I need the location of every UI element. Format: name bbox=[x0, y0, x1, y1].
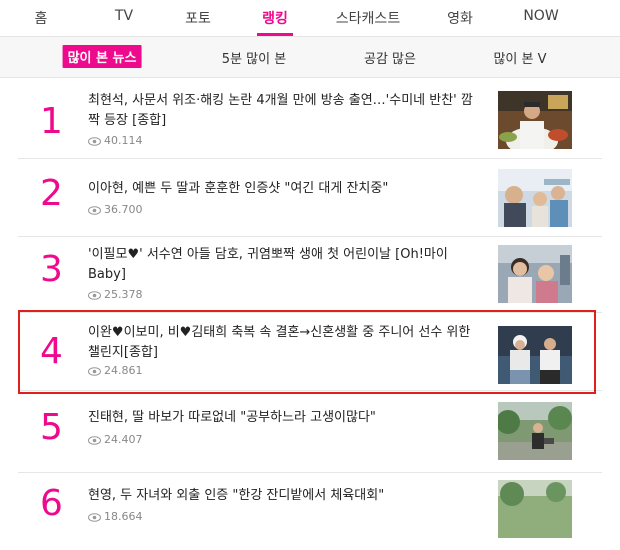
article-title[interactable]: '이필모♥' 서수연 아들 담호, 귀염뽀짝 생애 첫 어린이날 [Oh!마이 … bbox=[88, 245, 483, 285]
eye-icon bbox=[88, 436, 101, 445]
eye-icon bbox=[88, 206, 101, 215]
subtab-most-liked[interactable]: 공감 많은 bbox=[364, 48, 416, 67]
tab-now[interactable]: NOW bbox=[523, 8, 558, 24]
view-count: 18.664 bbox=[88, 510, 143, 523]
article-thumbnail[interactable] bbox=[498, 245, 572, 303]
ranking-item-6[interactable]: 6 현영, 두 자녀와 외출 인증 "한강 잔디밭에서 체육대회" 18.664 bbox=[18, 474, 602, 550]
tab-tv[interactable]: TV bbox=[115, 8, 133, 24]
highlight-box bbox=[18, 310, 596, 394]
ranking-item-2[interactable]: 2 이아현, 예쁜 두 딸과 훈훈한 인증샷 "여긴 대게 잔치중" 36.70… bbox=[18, 160, 602, 237]
article-thumbnail[interactable] bbox=[498, 91, 572, 149]
view-count: 36.700 bbox=[88, 203, 143, 216]
ranking-item-3[interactable]: 3 '이필모♥' 서수연 아들 담호, 귀염뽀짝 생애 첫 어린이날 [Oh!마… bbox=[18, 236, 602, 313]
article-thumbnail[interactable] bbox=[498, 402, 572, 460]
subtab-5min-most-viewed[interactable]: 5분 많이 본 bbox=[222, 48, 286, 67]
article-title[interactable]: 진태현, 딸 바보가 따로없네 "공부하느라 고생이많다" bbox=[88, 408, 483, 428]
article-title[interactable]: 이아현, 예쁜 두 딸과 훈훈한 인증샷 "여긴 대게 잔치중" bbox=[88, 179, 483, 199]
eye-icon bbox=[88, 291, 101, 300]
rank-number: 3 bbox=[40, 249, 63, 290]
tab-starcast[interactable]: 스타캐스트 bbox=[336, 8, 400, 28]
view-count-value: 18.664 bbox=[104, 510, 143, 523]
tab-movie[interactable]: 영화 bbox=[447, 8, 473, 28]
subtab-most-viewed-news[interactable]: 많이 본 뉴스 bbox=[62, 45, 142, 68]
view-count-value: 25.378 bbox=[104, 288, 143, 301]
article-thumbnail[interactable] bbox=[498, 169, 572, 227]
article-title[interactable]: 최현석, 사문서 위조·해킹 논란 4개월 만에 방송 출연…'수미네 반찬' … bbox=[88, 91, 483, 131]
ranking-sub-nav: 많이 본 뉴스 5분 많이 본 공감 많은 많이 본 V bbox=[0, 36, 620, 78]
family-photo-icon bbox=[498, 169, 572, 227]
view-count: 25.378 bbox=[88, 288, 143, 301]
ranking-item-5[interactable]: 5 진태현, 딸 바보가 따로없네 "공부하느라 고생이많다" 24.407 bbox=[18, 396, 602, 473]
ranking-item-1[interactable]: 1 최현석, 사문서 위조·해킹 논란 4개월 만에 방송 출연…'수미네 반찬… bbox=[18, 82, 602, 159]
park-photo-icon bbox=[498, 480, 572, 538]
view-count: 40.114 bbox=[88, 134, 143, 147]
tab-home[interactable]: 홈 bbox=[35, 8, 48, 28]
view-count: 24.407 bbox=[88, 433, 143, 446]
view-count-value: 36.700 bbox=[104, 203, 143, 216]
view-count-value: 24.407 bbox=[104, 433, 143, 446]
mother-child-photo-icon bbox=[498, 245, 572, 303]
subtab-most-viewed-video[interactable]: 많이 본 V bbox=[493, 48, 546, 67]
view-count-value: 40.114 bbox=[104, 134, 143, 147]
tab-ranking[interactable]: 랭킹 bbox=[262, 8, 288, 28]
rank-number: 5 bbox=[40, 407, 63, 448]
top-nav: 홈 TV 포토 랭킹 스타캐스트 영화 NOW bbox=[0, 0, 620, 36]
article-thumbnail[interactable] bbox=[498, 480, 572, 538]
tab-photo[interactable]: 포토 bbox=[185, 8, 211, 28]
rank-number: 6 bbox=[40, 483, 63, 524]
outdoor-photo-icon bbox=[498, 402, 572, 460]
chef-photo-icon bbox=[498, 91, 572, 149]
rank-number: 2 bbox=[40, 173, 63, 214]
eye-icon bbox=[88, 137, 101, 146]
rank-number: 1 bbox=[40, 101, 63, 142]
article-title[interactable]: 현영, 두 자녀와 외출 인증 "한강 잔디밭에서 체육대회" bbox=[88, 486, 483, 506]
